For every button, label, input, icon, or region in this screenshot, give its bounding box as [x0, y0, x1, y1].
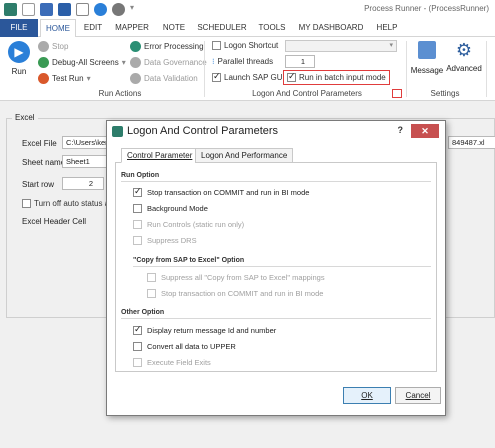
data-validation-icon — [130, 73, 141, 84]
app-icon — [112, 126, 123, 137]
excel-group-label: Excel — [12, 113, 38, 122]
run-controls-checkbox[interactable]: Run Controls (static run only) — [133, 220, 244, 229]
excel-file-input-tail[interactable]: 849487.xl — [448, 136, 495, 149]
header-cell-label: Excel Header Cell — [22, 217, 87, 226]
ribbon-separator — [406, 41, 407, 97]
data-governance-button[interactable]: Data Governance — [130, 57, 207, 68]
parallel-threads-stepper[interactable]: 1 — [285, 55, 315, 68]
other-option-heading: Other Option — [121, 309, 165, 316]
tab-help[interactable]: HELP — [370, 19, 404, 37]
stop-transaction-2-checkbox[interactable]: Stop transaction on COMMIT and run in BI… — [147, 289, 323, 298]
dialog-launcher-icon[interactable] — [392, 89, 402, 98]
divider — [121, 181, 431, 182]
tab-home[interactable]: HOME — [40, 19, 76, 38]
dialog-title: Logon And Control Parameters — [127, 125, 279, 137]
parallel-threads-label: ⁝ Parallel threads — [212, 57, 274, 66]
data-governance-icon — [130, 57, 141, 68]
test-run-icon — [38, 73, 49, 84]
run-button[interactable]: ▶ Run — [6, 41, 32, 85]
stop-transaction-checkbox[interactable]: Stop transaction on COMMIT and run in BI… — [133, 186, 309, 197]
run-option-heading: Run Option — [121, 172, 160, 179]
sheet-name-input[interactable]: Sheet1 — [62, 155, 112, 168]
play-icon[interactable] — [94, 3, 107, 16]
start-row-stepper[interactable]: 2 — [62, 177, 104, 190]
excel-file-label: Excel File — [22, 139, 57, 148]
divider — [121, 318, 431, 319]
play-icon: ▶ — [8, 41, 30, 63]
ok-button[interactable]: OK — [343, 387, 391, 404]
title-bar: ▾ Process Runner - (ProcessRunner) — [0, 0, 495, 19]
convert-upper-checkbox[interactable]: Convert all data to UPPER — [133, 342, 236, 351]
sheet-name-label: Sheet name — [22, 158, 66, 167]
settings-group-label: Settings — [430, 89, 460, 98]
logon-shortcut-checkbox[interactable]: Logon Shortcut — [212, 41, 278, 50]
launch-sap-gui-checkbox[interactable]: Launch SAP GUI — [212, 71, 285, 82]
ribbon-tabs: FILE HOME EDIT MAPPER NOTE SCHEDULER TOO… — [0, 19, 495, 38]
tab-note[interactable]: NOTE — [156, 19, 192, 37]
execute-exits-checkbox[interactable]: Execute Field Exits — [133, 358, 211, 367]
app-title: Process Runner - (ProcessRunner) — [364, 4, 489, 13]
excel-file-input[interactable]: C:\Users\ker — [62, 136, 112, 149]
background-mode-checkbox[interactable]: Background Mode — [133, 204, 208, 213]
test-run-button[interactable]: Test Run ▾ — [38, 73, 91, 84]
help-icon[interactable]: ? — [398, 125, 404, 135]
logon-shortcut-dropdown[interactable]: ▾ — [285, 40, 397, 52]
run-actions-group-label: Run Actions — [98, 89, 142, 98]
stop-button[interactable]: Stop — [38, 41, 68, 52]
save-icon[interactable] — [40, 3, 53, 16]
new-icon[interactable] — [22, 3, 35, 16]
copy-option-heading: "Copy from SAP to Excel" Option — [133, 257, 245, 264]
threads-icon: ⁝ — [212, 57, 215, 66]
advanced-button[interactable]: ⚙ Advanced — [446, 41, 482, 73]
error-processing-icon — [130, 41, 141, 52]
open-icon[interactable] — [76, 3, 89, 16]
tab-mapper[interactable]: MAPPER — [110, 19, 154, 37]
debug-button[interactable]: Debug-All Screens ▾ — [38, 57, 126, 68]
divider — [133, 266, 431, 267]
cancel-button[interactable]: Cancel — [395, 387, 441, 404]
stop-icon — [38, 41, 49, 52]
ribbon-separator — [204, 41, 205, 97]
gear-icon: ⚙ — [455, 40, 473, 60]
batch-input-checkbox[interactable]: Run in batch input mode — [283, 70, 390, 85]
tab-tools[interactable]: TOOLS — [252, 19, 292, 37]
ribbon: ▶ Run Stop Debug-All Screens ▾ Test Run ▾ … — [0, 37, 495, 101]
suppress-all-checkbox[interactable]: Suppress all "Copy from SAP to Excel" ma… — [147, 273, 325, 282]
data-validation-button[interactable]: Data Validation — [130, 73, 198, 84]
tab-control-parameter[interactable]: Control Parameter — [121, 148, 199, 163]
logon-group-label: Logon And Control Parameters — [252, 89, 362, 98]
close-button[interactable]: ✕ — [411, 124, 439, 138]
turn-off-checkbox[interactable]: Turn off auto status and — [22, 199, 118, 208]
error-processing-button[interactable]: Error Processing — [130, 41, 204, 52]
ribbon-separator — [486, 41, 487, 97]
dialog-title-bar: Logon And Control Parameters ? ✕ — [107, 121, 445, 143]
logon-control-dialog: Logon And Control Parameters ? ✕ Control… — [106, 120, 446, 416]
app-icon — [4, 3, 17, 16]
display-return-checkbox[interactable]: Display return message Id and number — [133, 324, 276, 335]
tab-file[interactable]: FILE — [0, 19, 38, 37]
start-row-label: Start row — [22, 180, 55, 189]
message-button[interactable]: Message — [410, 41, 444, 75]
message-icon — [418, 41, 436, 59]
customize-icon[interactable]: ▾ — [130, 3, 143, 16]
tab-my-dashboard[interactable]: MY DASHBOARD — [294, 19, 368, 37]
chevron-down-icon: ▾ — [389, 42, 393, 49]
tab-edit[interactable]: EDIT — [78, 19, 108, 37]
stop-icon[interactable] — [112, 3, 125, 16]
suppress-drs-checkbox[interactable]: Suppress DRS — [133, 236, 197, 245]
debug-icon — [38, 57, 49, 68]
save-as-icon[interactable] — [58, 3, 71, 16]
tab-scheduler[interactable]: SCHEDULER — [194, 19, 250, 37]
tab-logon-performance[interactable]: Logon And Performance — [195, 148, 294, 163]
